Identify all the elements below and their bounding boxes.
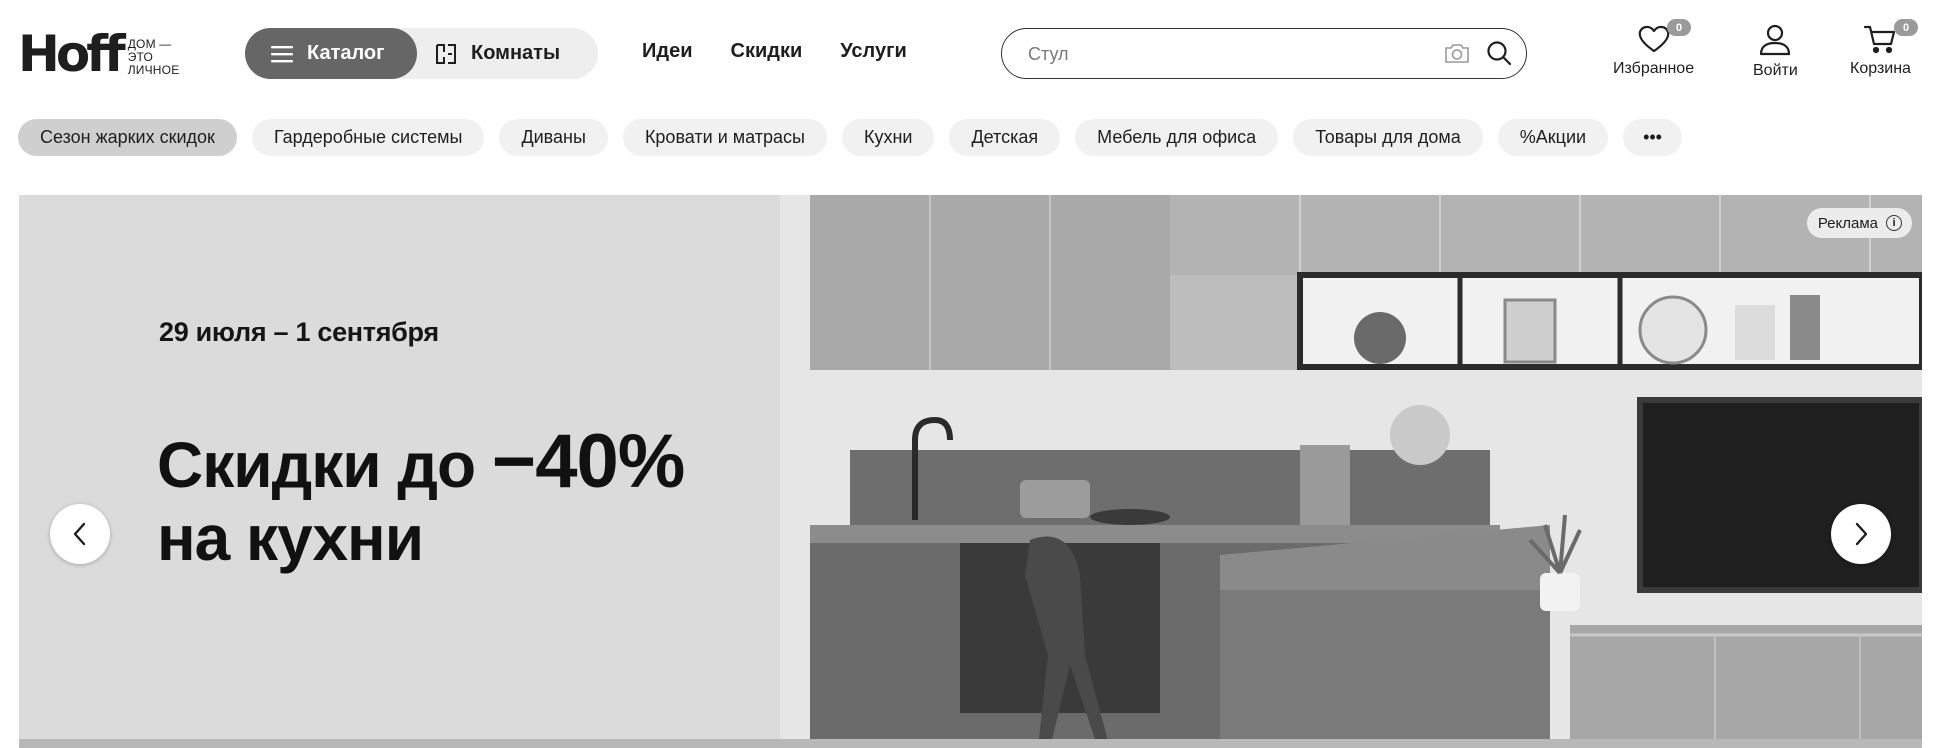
search-input[interactable] xyxy=(1028,41,1428,67)
info-icon: i xyxy=(1886,215,1902,231)
chip-home-goods[interactable]: Товары для дома xyxy=(1293,119,1483,156)
login-button[interactable]: Войти xyxy=(1753,24,1798,80)
rooms-icon xyxy=(436,43,456,64)
nav-link-services[interactable]: Услуги xyxy=(840,40,907,63)
promo-headline: Скидки до −40% на кухни xyxy=(157,424,685,575)
rooms-button[interactable]: Комнаты xyxy=(435,28,560,79)
chips-more-button[interactable]: ••• xyxy=(1623,119,1682,156)
logo-tagline-line1: дом — xyxy=(127,37,172,51)
cart-button[interactable]: 0 Корзина xyxy=(1850,19,1918,78)
next-slide-button[interactable] xyxy=(1831,504,1891,564)
logo-tagline: дом — это личное xyxy=(128,38,208,77)
banner-bottom-strip xyxy=(19,739,1922,748)
site-header: Hoff дом — это личное Каталог Комнаты Ид… xyxy=(0,0,1942,106)
category-chips: Сезон жарких скидок Гардеробные системы … xyxy=(18,119,1682,156)
user-icon xyxy=(1760,24,1791,56)
chip-promotions[interactable]: %Акции xyxy=(1497,119,1609,156)
logo-tagline-line2: это личное xyxy=(127,50,180,77)
menu-icon xyxy=(271,45,293,62)
chip-office-furniture[interactable]: Мебель для офиса xyxy=(1075,119,1279,156)
chip-kids[interactable]: Детская xyxy=(949,119,1061,156)
chevron-left-icon xyxy=(73,522,86,546)
login-label: Войти xyxy=(1753,62,1798,79)
cart-count-badge: 0 xyxy=(1894,19,1918,36)
heart-icon xyxy=(1638,25,1669,53)
camera-icon[interactable] xyxy=(1444,42,1470,64)
cart-icon xyxy=(1864,25,1896,54)
search-icon[interactable] xyxy=(1486,40,1512,66)
chip-kitchens[interactable]: Кухни xyxy=(841,119,935,156)
headline-text: Скидки до xyxy=(157,429,492,501)
kitchen-photo xyxy=(780,195,1922,748)
chip-hot-season-sale[interactable]: Сезон жарких скидок xyxy=(18,119,237,156)
prev-slide-button[interactable] xyxy=(50,504,110,564)
rooms-label: Комнаты xyxy=(471,42,561,64)
nav-link-ideas[interactable]: Идеи xyxy=(642,40,693,63)
promo-dates: 29 июля – 1 сентября xyxy=(159,317,439,347)
chevron-right-icon xyxy=(1855,522,1868,546)
ad-label: Реклама xyxy=(1817,214,1878,232)
favorites-button[interactable]: 0 Избранное xyxy=(1613,19,1695,78)
headline-line2: на кухни xyxy=(157,502,424,574)
nav-link-discounts[interactable]: Скидки xyxy=(731,40,803,63)
headline-percent: −40% xyxy=(491,419,685,504)
top-navigation: Идеи Скидки Услуги xyxy=(642,40,907,63)
headline-line1: Скидки до −40% xyxy=(157,424,685,502)
chip-beds-mattresses[interactable]: Кровати и матрасы xyxy=(622,119,827,156)
catalog-button[interactable]: Каталог xyxy=(245,28,417,79)
favorites-count-badge: 0 xyxy=(1667,19,1691,36)
promo-banner[interactable]: 29 июля – 1 сентября Скидки до −40% на к… xyxy=(19,195,1922,748)
catalog-rooms-switch: Каталог Комнаты xyxy=(245,28,598,79)
favorites-label: Избранное xyxy=(1613,60,1695,77)
search-box xyxy=(1001,28,1527,79)
logo[interactable]: Hoff дом — это личное xyxy=(18,26,208,82)
chip-sofas[interactable]: Диваны xyxy=(499,119,608,156)
logo-mark[interactable]: Hoff xyxy=(18,26,126,82)
catalog-label: Каталог xyxy=(307,42,385,64)
chip-wardrobe-systems[interactable]: Гардеробные системы xyxy=(251,119,485,156)
cart-label: Корзина xyxy=(1850,60,1911,77)
ad-label-button[interactable]: Реклама i xyxy=(1806,208,1912,238)
